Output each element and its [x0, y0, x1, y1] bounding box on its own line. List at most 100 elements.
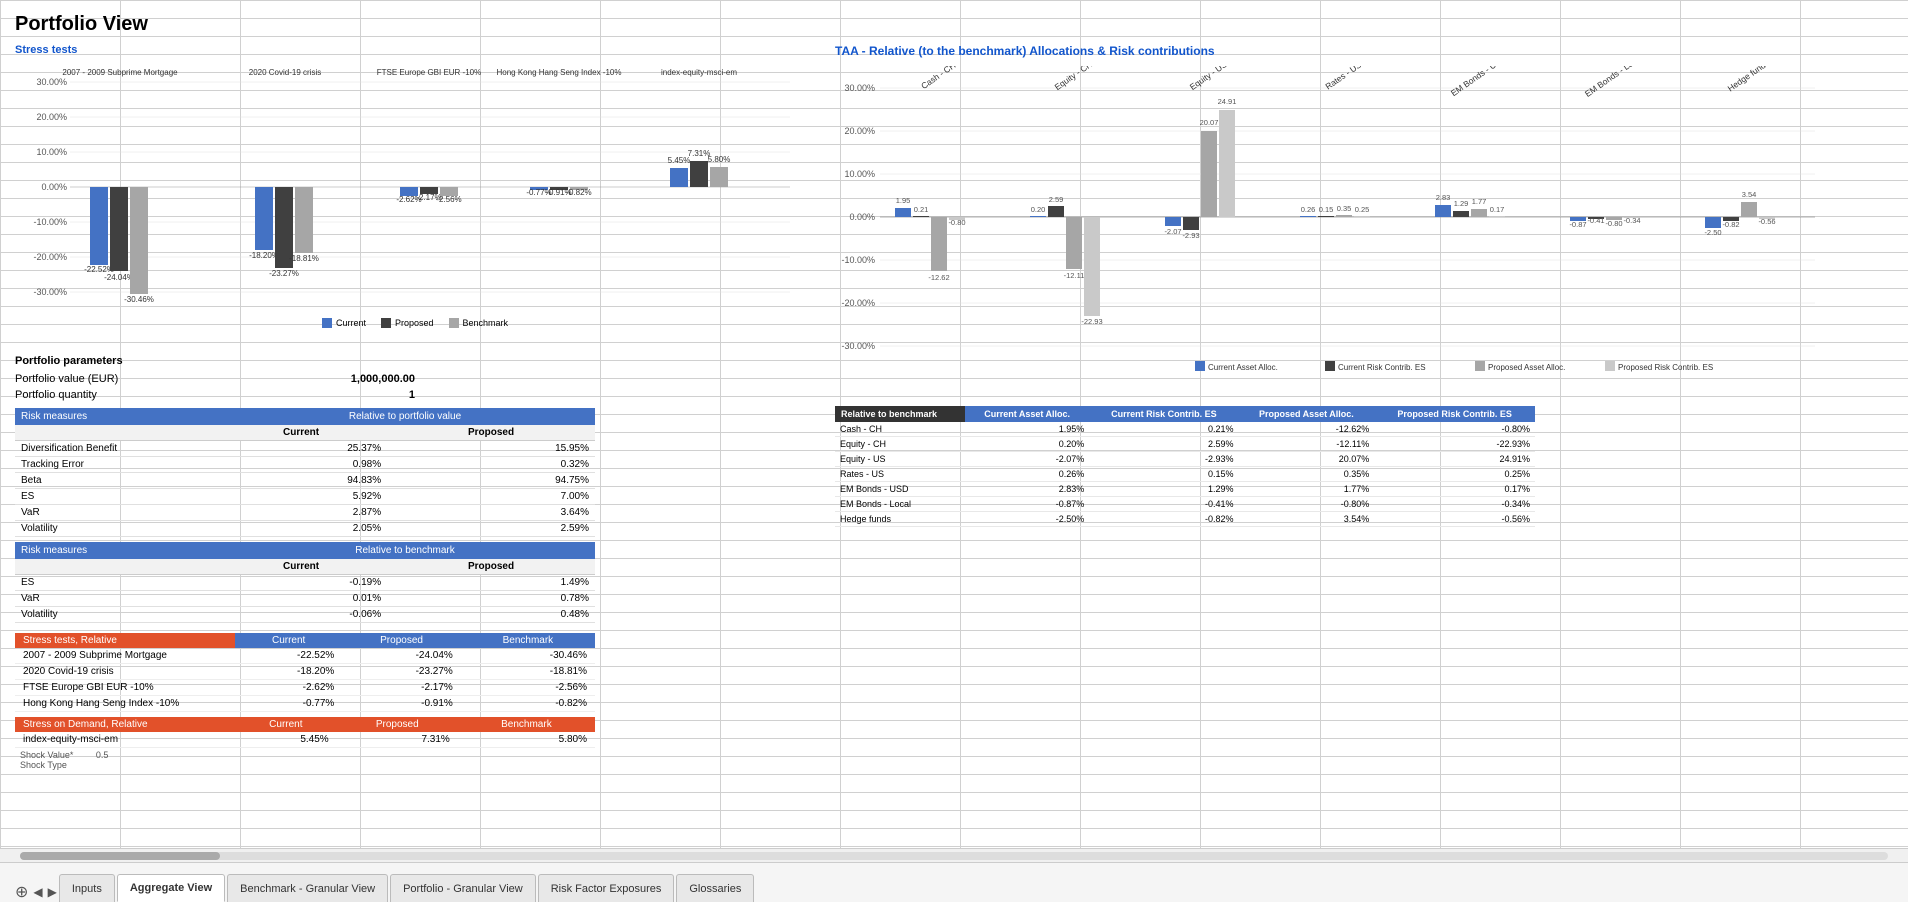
tab-portfolio-granular-label: Portfolio - Granular View: [403, 883, 523, 895]
taa-row-pa: 0.35%: [1239, 467, 1375, 482]
legend-proposed-color: [381, 318, 391, 328]
tab-glossaries[interactable]: Glossaries: [676, 874, 754, 902]
portfolio-quantity: 1: [409, 389, 415, 401]
risk-bench-label: Volatility: [15, 607, 215, 623]
scroll-track[interactable]: [20, 852, 1888, 860]
taa-table: Relative to benchmark Current Asset Allo…: [835, 406, 1535, 527]
taa-table-header: Relative to benchmark Current Asset Allo…: [835, 406, 1535, 422]
svg-text:1.95: 1.95: [896, 196, 911, 205]
risk-bench-proposed: 1.49%: [387, 575, 595, 591]
risk-bench-current: 0.01%: [215, 591, 387, 607]
stress-rel-row-proposed: -23.27%: [342, 664, 461, 680]
svg-text:2.59: 2.59: [1049, 195, 1064, 204]
svg-text:10.00%: 10.00%: [844, 169, 875, 179]
svg-text:EM Bonds - USD: EM Bonds - USD: [1449, 66, 1508, 98]
demand-row-current: 5.45%: [235, 732, 337, 748]
demand-row-benchmark: 5.80%: [458, 732, 595, 748]
sheet-nav-right[interactable]: ▶: [48, 885, 57, 899]
tab-risk-factor[interactable]: Risk Factor Exposures: [538, 874, 675, 902]
risk-benchmark-col-current: Current: [215, 559, 387, 575]
svg-text:-0.82%: -0.82%: [566, 188, 591, 197]
demand-header: Stress on Demand, Relative Current Propo…: [15, 717, 595, 732]
portfolio-value: 1,000,000.00: [351, 373, 415, 385]
table-row: Volatility 2.05% 2.59%: [15, 521, 595, 537]
taa-row-label: EM Bonds - USD: [835, 482, 965, 497]
stress-rel-header: Stress tests, Relative Current Proposed …: [15, 633, 595, 648]
legend-current-color: [322, 318, 332, 328]
tab-aggregate-label: Aggregate View: [130, 882, 212, 894]
tab-portfolio-granular[interactable]: Portfolio - Granular View: [390, 874, 536, 902]
demand-row-proposed: 7.31%: [337, 732, 458, 748]
demand-col-benchmark: Benchmark: [458, 717, 595, 732]
taa-row-pa: -0.80%: [1239, 497, 1375, 512]
risk-header-subtitle: Relative to portfolio value: [215, 408, 595, 425]
risk-row-proposed: 15.95%: [387, 441, 595, 457]
legend-current-label: Current: [336, 318, 366, 328]
svg-text:Hong Kong Hang Seng Index -10%: Hong Kong Hang Seng Index -10%: [497, 68, 622, 77]
svg-text:-2.50: -2.50: [1704, 228, 1721, 237]
svg-text:3.54: 3.54: [1742, 190, 1757, 199]
svg-text:EM Bonds - Local: EM Bonds - Local: [1583, 66, 1644, 99]
table-row: EM Bonds - USD 2.83% 1.29% 1.77% 0.17%: [835, 482, 1535, 497]
taa-title-text: TAA - Relative (to the benchmark) Alloca…: [835, 44, 1215, 58]
taa-row-label: EM Bonds - Local: [835, 497, 965, 512]
taa-row-pr: -0.56%: [1374, 512, 1535, 527]
taa-row-ca: -2.07%: [965, 452, 1089, 467]
scroll-thumb[interactable]: [20, 852, 220, 860]
stress-chart-svg: 30.00% 20.00% 10.00% 0.00% -10.00% -20.0…: [15, 60, 795, 320]
taa-row-label: Cash - CH: [835, 422, 965, 437]
svg-text:2007 - 2009 Subprime Mortgage: 2007 - 2009 Subprime Mortgage: [62, 68, 178, 77]
svg-text:-18.81%: -18.81%: [289, 254, 319, 263]
stress-relative-section: Stress tests, Relative Current Proposed …: [15, 633, 815, 712]
stress-rel-body: 2007 - 2009 Subprime Mortgage -22.52% -2…: [15, 648, 595, 712]
tab-aggregate[interactable]: Aggregate View: [117, 874, 225, 902]
risk-col-proposed: Proposed: [387, 425, 595, 441]
taa-row-cr: -0.41%: [1089, 497, 1238, 512]
stress-tests-label: Stress tests: [15, 44, 815, 56]
taa-row-pr: -22.93%: [1374, 437, 1535, 452]
taa-col-pr: Proposed Risk Contrib. ES: [1374, 406, 1535, 422]
tab-benchmark-granular-label: Benchmark - Granular View: [240, 883, 375, 895]
svg-text:-2.93: -2.93: [1182, 231, 1199, 240]
stress-rel-row-benchmark: -0.82%: [461, 696, 595, 712]
tab-inputs[interactable]: Inputs: [59, 874, 115, 902]
svg-text:20.00%: 20.00%: [36, 112, 67, 122]
svg-text:Proposed Asset Alloc.: Proposed Asset Alloc.: [1488, 363, 1565, 372]
tab-glossaries-label: Glossaries: [689, 883, 741, 895]
svg-text:0.26: 0.26: [1301, 205, 1316, 214]
risk-bench-label: ES: [15, 575, 215, 591]
sheet-nav-left[interactable]: ◀: [33, 885, 42, 899]
shock-value-label: Shock Value*: [20, 750, 73, 760]
scrollbar-area[interactable]: [0, 848, 1908, 862]
svg-text:-0.41: -0.41: [1587, 216, 1604, 225]
risk-row-current: 2.05%: [215, 521, 387, 537]
left-column: Stress tests 30.00% 20.00% 10.00% 0.00% …: [15, 44, 815, 770]
add-sheet-button[interactable]: ⊕: [15, 882, 28, 902]
legend-current: Current: [322, 318, 366, 328]
table-row: ES 5.92% 7.00%: [15, 489, 595, 505]
stress-rel-row-current: -22.52%: [235, 648, 342, 664]
stress-rel-row-benchmark: -2.56%: [461, 680, 595, 696]
risk-row-label: VaR: [15, 505, 215, 521]
table-row: ES -0.19% 1.49%: [15, 575, 595, 591]
svg-text:10.00%: 10.00%: [36, 147, 67, 157]
svg-text:30.00%: 30.00%: [36, 77, 67, 87]
taa-row-ca: -0.87%: [965, 497, 1089, 512]
risk-measures-portfolio-table: Risk measures Relative to portfolio valu…: [15, 408, 595, 537]
svg-text:-0.56: -0.56: [1758, 217, 1775, 226]
taa-row-ca: -2.50%: [965, 512, 1089, 527]
taa-row-ca: 2.83%: [965, 482, 1089, 497]
stress-rel-row-current: -18.20%: [235, 664, 342, 680]
svg-text:0.00%: 0.00%: [849, 212, 875, 222]
risk-col-empty: [15, 425, 215, 441]
portfolio-quantity-label: Portfolio quantity: [15, 389, 97, 401]
risk-header-label: Risk measures: [15, 408, 215, 425]
svg-text:Current Asset Alloc.: Current Asset Alloc.: [1208, 363, 1278, 372]
svg-text:2.83: 2.83: [1436, 193, 1451, 202]
params-title: Portfolio parameters: [15, 355, 815, 367]
svg-text:-18.20%: -18.20%: [249, 251, 279, 260]
tab-benchmark-granular[interactable]: Benchmark - Granular View: [227, 874, 388, 902]
taa-row-ca: 0.26%: [965, 467, 1089, 482]
taa-row-pa: 20.07%: [1239, 452, 1375, 467]
taa-row-ca: 0.20%: [965, 437, 1089, 452]
